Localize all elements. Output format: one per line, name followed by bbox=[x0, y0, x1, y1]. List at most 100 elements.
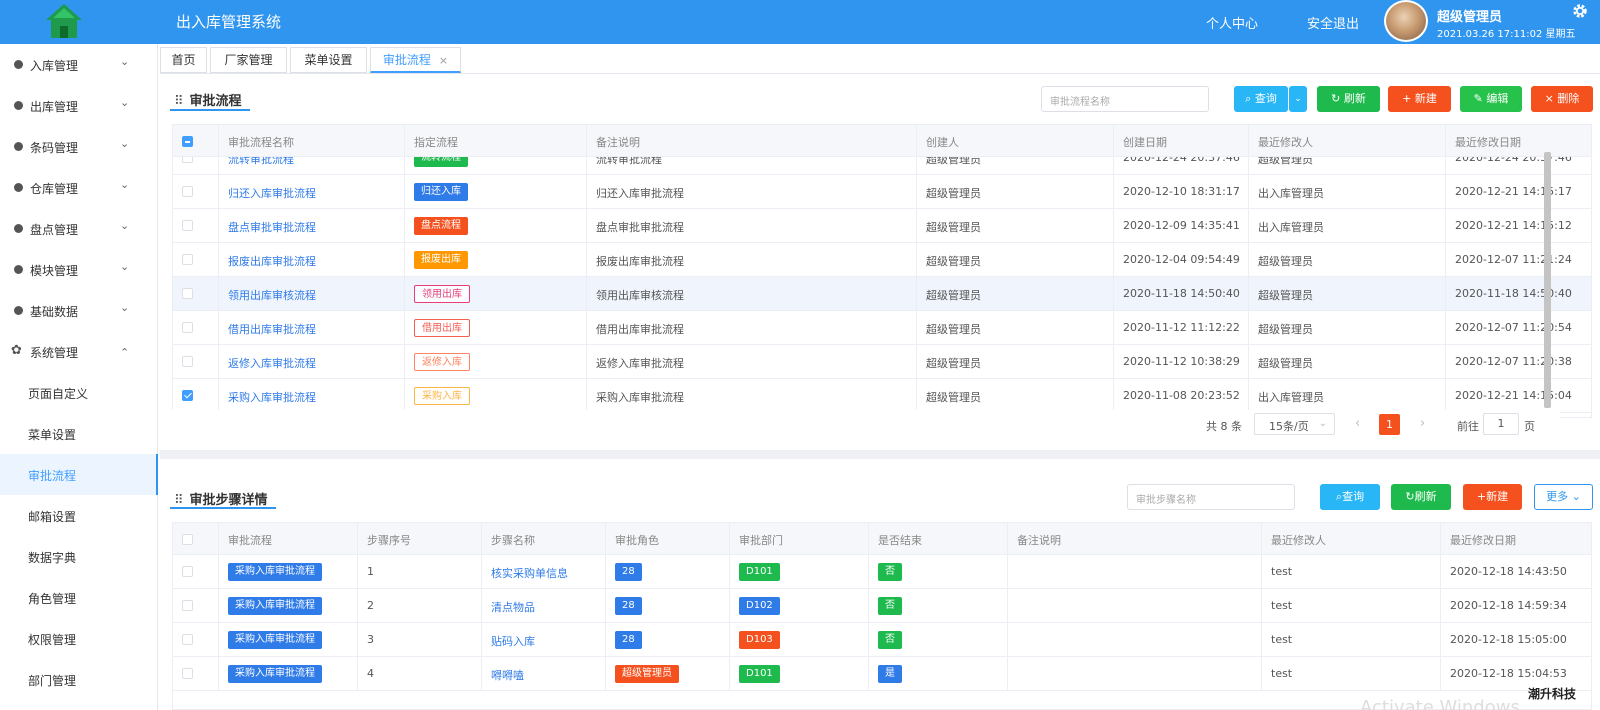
flow-name-link[interactable]: 报废出库审批流程 bbox=[228, 253, 316, 269]
current-page[interactable]: 1 bbox=[1379, 414, 1400, 435]
next-page-icon[interactable]: › bbox=[1420, 416, 1425, 431]
top-bar: 出入库管理系统 个人中心 安全退出 超级管理员 2021.03.26 17:11… bbox=[0, 0, 1600, 44]
table-row[interactable]: 流转审批流程 流转流程 流转审批流程 超级管理员 2020-12-24 20:37:46… bbox=[173, 157, 1591, 175]
sidebar-item-modules[interactable]: 模块管理 ⌄ bbox=[0, 249, 157, 290]
table-row[interactable]: 采购入库审批流程 4 嘚嘚嗑 超级管理员 D101 是 test 2020-12-18 15:… bbox=[173, 657, 1591, 691]
refresh-button[interactable]: ↻ 刷新 bbox=[1317, 86, 1380, 112]
step-name-link[interactable]: 核实采购单信息 bbox=[491, 565, 568, 581]
sidebar-subitem-roles[interactable]: 角色管理 bbox=[0, 577, 157, 618]
step-new-button[interactable]: +新建 bbox=[1463, 484, 1522, 510]
row-checkbox[interactable] bbox=[182, 288, 193, 299]
sidebar-subitem-permissions[interactable]: 权限管理 bbox=[0, 618, 157, 659]
step-name-link[interactable]: 嘚嘚嗑 bbox=[491, 667, 524, 683]
table-row[interactable]: 采购入库审批流程 1 核实采购单信息 28 D101 否 test 2020-12-18 14… bbox=[173, 555, 1591, 589]
page-size-select[interactable]: 15条/页 ⌄ bbox=[1254, 413, 1335, 435]
row-checkbox[interactable] bbox=[182, 186, 193, 197]
sidebar-item-inventory[interactable]: 盘点管理 ⌄ bbox=[0, 208, 157, 249]
table-cell: 2020-12-24 20:37:46 bbox=[1446, 157, 1591, 175]
flow-name-link[interactable]: 流转审批流程 bbox=[228, 157, 294, 167]
flow-name-link[interactable]: 领用出库审核流程 bbox=[228, 287, 316, 303]
sidebar-item-basic-data[interactable]: 基础数据 ⌄ bbox=[0, 290, 157, 331]
flow-name-link[interactable]: 借用出库审批流程 bbox=[228, 321, 316, 337]
logout-link[interactable]: 安全退出 bbox=[1307, 13, 1359, 32]
step-search-input[interactable]: 审批步骤名称 bbox=[1127, 484, 1295, 510]
row-checkbox[interactable] bbox=[182, 254, 193, 265]
flow-search-input[interactable]: 审批流程名称 bbox=[1041, 86, 1209, 112]
row-checkbox[interactable] bbox=[182, 390, 193, 401]
tab-menu-settings[interactable]: 菜单设置 bbox=[290, 47, 367, 73]
row-checkbox[interactable] bbox=[182, 566, 193, 577]
step-seq: 3 bbox=[367, 633, 374, 646]
edit-button[interactable]: ✎ 编辑 bbox=[1460, 86, 1522, 112]
table-scrollbar[interactable] bbox=[1544, 152, 1551, 408]
cell-text: 2020-11-08 20:23:52 bbox=[1123, 389, 1240, 402]
query-dropdown-button[interactable]: ⌄ bbox=[1289, 86, 1307, 112]
row-checkbox[interactable] bbox=[182, 356, 193, 367]
row-checkbox[interactable] bbox=[182, 668, 193, 679]
sidebar-subitem-approval-flow[interactable]: 审批流程 bbox=[0, 454, 158, 495]
sidebar-subitem-page-custom[interactable]: 页面自定义 bbox=[0, 372, 157, 413]
personal-center-link[interactable]: 个人中心 bbox=[1206, 13, 1258, 32]
query-button[interactable]: ⌕ 查询 bbox=[1234, 86, 1288, 112]
step-table: 审批流程 步骤序号 步骤名称 审批角色 审批部门 是否结束 备注说明 最近修改人… bbox=[172, 522, 1592, 710]
row-checkbox[interactable] bbox=[182, 634, 193, 645]
table-row[interactable]: 报废出库审批流程 报废出库 报废出库审批流程 超级管理员 2020-12-04 09:5… bbox=[173, 243, 1591, 277]
table-row[interactable]: 采购入库审批流程 2 清点物品 28 D102 否 test 2020-12-18 14:59… bbox=[173, 589, 1591, 623]
flow-name-link[interactable]: 盘点审批审批流程 bbox=[228, 219, 316, 235]
tab-label: 首页 bbox=[171, 53, 196, 67]
row-checkbox[interactable] bbox=[182, 220, 193, 231]
prev-page-icon[interactable]: ‹ bbox=[1355, 416, 1360, 431]
avatar[interactable] bbox=[1384, 0, 1428, 42]
table-row[interactable]: 归还入库审批流程 归还入库 归还入库审批流程 超级管理员 2020-12-10 18:3… bbox=[173, 175, 1591, 209]
refresh-button-label: 刷新 bbox=[1343, 92, 1366, 105]
step-name-link[interactable]: 清点物品 bbox=[491, 599, 535, 615]
flow-tag: 盘点流程 bbox=[414, 217, 468, 235]
select-all-checkbox[interactable] bbox=[182, 534, 193, 545]
row-checkbox[interactable] bbox=[182, 322, 193, 333]
divider bbox=[160, 73, 1600, 74]
goto-page-input[interactable]: 1 bbox=[1483, 413, 1519, 435]
title-underline bbox=[170, 507, 276, 509]
row-checkbox[interactable] bbox=[182, 600, 193, 611]
table-cell: 超级管理员 bbox=[917, 379, 1114, 413]
flow-name-link[interactable]: 采购入库审批流程 bbox=[228, 389, 316, 405]
flow-name-link[interactable]: 归还入库审批流程 bbox=[228, 185, 316, 201]
cell-text: 盘点审批审批流程 bbox=[596, 221, 684, 234]
delete-button[interactable]: × 删除 bbox=[1531, 86, 1593, 112]
table-row[interactable]: 采购入库审批流程 3 贴码入库 28 D103 否 test 2020-12-18 15:05… bbox=[173, 623, 1591, 657]
sidebar-item-warehouse[interactable]: 仓库管理 ⌄ bbox=[0, 167, 157, 208]
table-row[interactable]: 借用出库审批流程 借用出库 借用出库审批流程 超级管理员 2020-11-12 11:1… bbox=[173, 311, 1591, 345]
sidebar-subitem-menu-settings[interactable]: 菜单设置 bbox=[0, 413, 157, 454]
tab-home[interactable]: 首页 bbox=[160, 47, 207, 73]
home-logo-icon[interactable] bbox=[44, 2, 84, 40]
sidebar-subitem-dictionary[interactable]: 数据字典 bbox=[0, 536, 157, 577]
sidebar-item-system[interactable]: ✿ 系统管理 ⌃ bbox=[0, 331, 157, 372]
table-cell: 嘚嘚嗑 bbox=[482, 657, 606, 691]
column-header: 创建人 bbox=[917, 125, 1114, 157]
table-row[interactable]: 盘点审批审批流程 盘点流程 盘点审批审批流程 超级管理员 2020-12-09 14:3… bbox=[173, 209, 1591, 243]
flow-name-link[interactable]: 返修入库审批流程 bbox=[228, 355, 316, 371]
sidebar-subitem-email-settings[interactable]: 邮箱设置 bbox=[0, 495, 157, 536]
new-button[interactable]: + 新建 bbox=[1388, 86, 1451, 112]
header-checkbox-cell bbox=[173, 125, 219, 157]
step-refresh-button[interactable]: ↻刷新 bbox=[1391, 484, 1451, 510]
sidebar-item-outbound[interactable]: 出库管理 ⌄ bbox=[0, 85, 157, 126]
row-checkbox[interactable] bbox=[182, 157, 193, 163]
sidebar-item-inbound[interactable]: 入库管理 ⌄ bbox=[0, 44, 157, 85]
tab-vendor[interactable]: 厂家管理 bbox=[210, 47, 287, 73]
step-query-button[interactable]: ⌕查询 bbox=[1320, 484, 1380, 510]
tab-approval-flow[interactable]: 审批流程 × bbox=[370, 47, 461, 73]
step-name-link[interactable]: 贴码入库 bbox=[491, 633, 535, 649]
table-row[interactable]: 领用出库审核流程 领用出库 领用出库审核流程 超级管理员 2020-11-18 14:5… bbox=[173, 277, 1591, 311]
cell-text: test bbox=[1271, 667, 1293, 680]
end-status-tag: 否 bbox=[878, 631, 902, 649]
select-all-checkbox[interactable] bbox=[182, 136, 193, 147]
table-row[interactable]: 采购入库审批流程 采购入库 采购入库审批流程 超级管理员 2020-11-08 20:2… bbox=[173, 379, 1591, 413]
more-button[interactable]: 更多 ⌄ bbox=[1534, 484, 1593, 510]
tab-label: 厂家管理 bbox=[224, 53, 273, 67]
settings-gear-icon[interactable] bbox=[1571, 2, 1589, 20]
sidebar-item-barcode[interactable]: 条码管理 ⌄ bbox=[0, 126, 157, 167]
close-icon[interactable]: × bbox=[439, 54, 448, 67]
table-row[interactable]: 返修入库审批流程 返修入库 返修入库审批流程 超级管理员 2020-11-12 10:3… bbox=[173, 345, 1591, 379]
sidebar-subitem-departments[interactable]: 部门管理 bbox=[0, 659, 157, 700]
